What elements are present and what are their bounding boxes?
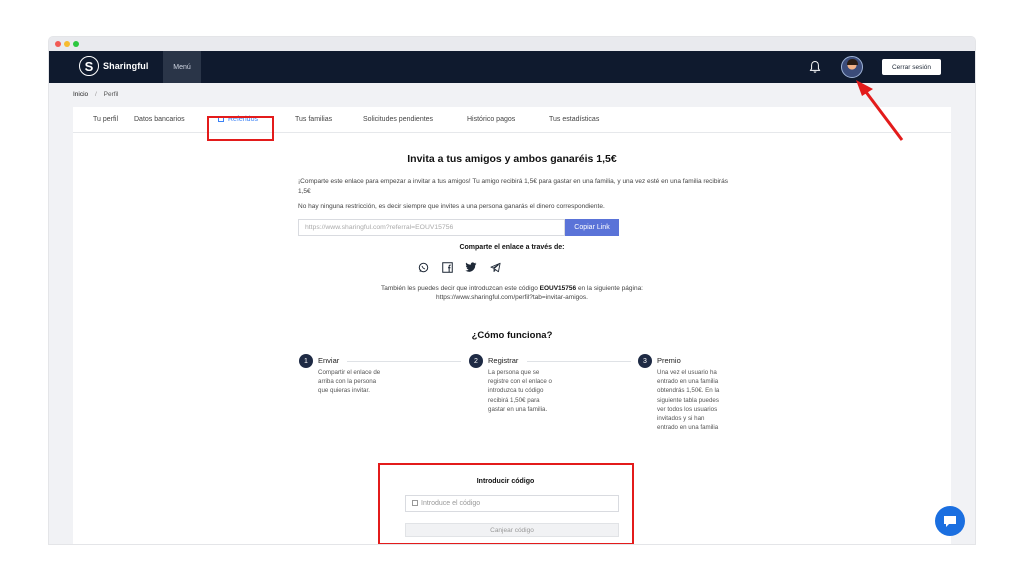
tab-tu-perfil[interactable]: Tu perfil <box>93 116 118 123</box>
share-icons <box>417 261 501 273</box>
step-divider <box>347 361 461 362</box>
step-number: 1 <box>299 354 313 368</box>
code-input-placeholder: Introduce el código <box>421 500 481 507</box>
tab-datos-bancarios[interactable]: Datos bancarios <box>134 116 185 123</box>
minimize-window-dot[interactable] <box>64 41 70 47</box>
gift-icon <box>412 500 418 506</box>
user-avatar[interactable] <box>841 56 863 78</box>
step-title: Registrar <box>488 356 519 365</box>
window-titlebar <box>49 37 975 51</box>
logout-button[interactable]: Cerrar sesión <box>882 59 941 75</box>
sharingful-logo[interactable]: S Sharingful <box>79 56 149 76</box>
info-pre: También les puedes decir que introduzcan… <box>380 285 538 292</box>
twitter-icon[interactable] <box>465 261 477 273</box>
info-url: https://www.sharingful.com/perfil?tab=in… <box>436 294 588 301</box>
code-input[interactable]: Introduce el código <box>405 495 619 512</box>
breadcrumb-separator: / <box>95 91 97 98</box>
enter-code-title: Introducir código <box>476 478 535 485</box>
redeem-code-button[interactable]: Canjear código <box>405 523 619 537</box>
step-number: 3 <box>638 354 652 368</box>
tab-solicitudes-pendientes[interactable]: Solicitudes pendientes <box>363 116 433 123</box>
referral-note: No hay ninguna restricción, es decir sie… <box>298 203 605 210</box>
menu-button[interactable]: Menú <box>163 51 201 83</box>
profile-tabs: Tu perfil Datos bancarios Referidos Tus … <box>73 107 951 133</box>
info-post: en la siguiente página: <box>577 285 643 292</box>
whatsapp-icon[interactable] <box>417 261 429 273</box>
how-it-works-title: ¿Cómo funciona? <box>471 330 553 341</box>
referral-code: EOUV15756 <box>539 285 577 292</box>
tab-historico-pagos[interactable]: Histórico pagos <box>467 116 515 123</box>
top-navbar: S Sharingful Menú Cerrar sesión <box>49 51 975 83</box>
step-description: Una vez el usuario ha entrado en una fam… <box>657 369 720 432</box>
profile-card: Tu perfil Datos bancarios Referidos Tus … <box>73 107 951 544</box>
referral-code-info: También les puedes decir que introduzcan… <box>73 284 951 302</box>
breadcrumb-current: Perfil <box>103 91 119 98</box>
telegram-icon[interactable] <box>489 261 501 273</box>
tab-tus-estadisticas[interactable]: Tus estadísticas <box>549 116 599 123</box>
chat-bubble-icon[interactable] <box>935 506 965 536</box>
breadcrumb: Inicio / Perfil <box>73 91 118 98</box>
notification-bell-icon[interactable] <box>809 60 821 74</box>
close-window-dot[interactable] <box>55 41 61 47</box>
step-title: Premio <box>657 356 681 365</box>
copy-link-button[interactable]: Copiar Link <box>565 219 619 236</box>
logo-text: Sharingful <box>103 61 149 71</box>
browser-window: S Sharingful Menú Cerrar sesión Inicio /… <box>49 37 975 544</box>
referral-link-field[interactable]: https://www.sharingful.com?referral=EOUV… <box>298 219 565 236</box>
facebook-icon[interactable] <box>441 261 453 273</box>
tab-tus-familias[interactable]: Tus familias <box>295 116 332 123</box>
referral-title: Invita a tus amigos y ambos ganaréis 1,5… <box>407 153 617 165</box>
step-divider <box>527 361 631 362</box>
share-title: Comparte el enlace a través de: <box>459 244 565 251</box>
referral-intro: ¡Comparte este enlace para empezar a inv… <box>298 178 728 195</box>
step-number: 2 <box>469 354 483 368</box>
step-title: Enviar <box>318 356 340 365</box>
step-description: La persona que se registre con el enlace… <box>488 369 552 413</box>
referidos-highlight-annotation <box>207 116 274 141</box>
step-description: Compartir el enlace de arriba con la per… <box>318 369 381 395</box>
maximize-window-dot[interactable] <box>73 41 79 47</box>
logo-mark: S <box>79 56 99 76</box>
breadcrumb-home[interactable]: Inicio <box>73 91 88 98</box>
enter-code-section: Introducir código Introduce el código Ca… <box>378 463 634 544</box>
